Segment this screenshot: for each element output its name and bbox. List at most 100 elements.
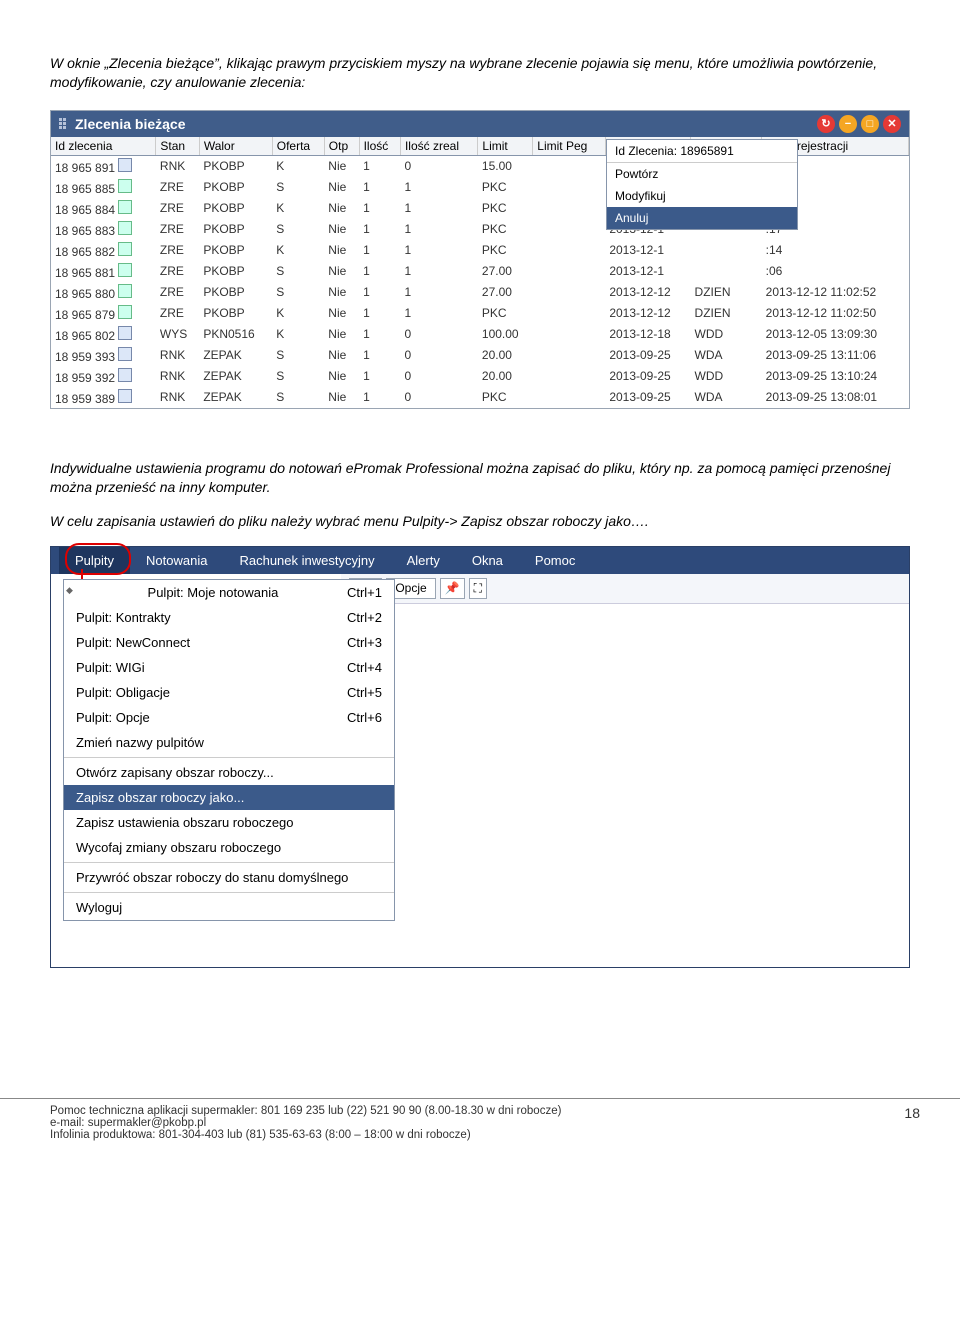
cell: PKN0516 bbox=[199, 324, 272, 345]
column-header[interactable]: Otp bbox=[324, 137, 359, 156]
menubar-item[interactable]: Pomoc bbox=[519, 547, 591, 574]
dropdown-item[interactable]: Pulpit: OpcjeCtrl+6 bbox=[64, 705, 394, 730]
column-header[interactable]: Limit bbox=[478, 137, 533, 156]
minimize-icon[interactable]: − bbox=[839, 115, 857, 133]
dropdown-item[interactable]: Zapisz obszar roboczy jako... bbox=[64, 785, 394, 810]
context-menu: Id Zlecenia: 18965891 PowtórzModyfikujAn… bbox=[606, 139, 798, 230]
table-row[interactable]: 18 965 880 ZREPKOBPSNie1127.002013-12-12… bbox=[51, 282, 909, 303]
status-icon bbox=[118, 221, 132, 235]
cell: ZRE bbox=[156, 219, 199, 240]
cell: 1 bbox=[359, 387, 400, 408]
page-number: 18 bbox=[904, 1105, 920, 1121]
cell: PKC bbox=[478, 198, 533, 219]
cell: Nie bbox=[324, 366, 359, 387]
cell: PKC bbox=[478, 387, 533, 408]
table-row[interactable]: 18 965 882 ZREPKOBPKNie11PKC2013-12-1:14 bbox=[51, 240, 909, 261]
status-icon bbox=[118, 389, 132, 403]
dropdown-item[interactable]: Zapisz ustawienia obszaru roboczego bbox=[64, 810, 394, 835]
menubar-item[interactable]: Notowania bbox=[130, 547, 223, 574]
cell: Nie bbox=[324, 387, 359, 408]
cell: 0 bbox=[400, 345, 477, 366]
context-menu-item[interactable]: Anuluj bbox=[607, 207, 797, 229]
cell: 2013-12-12 11:02:52 bbox=[762, 282, 909, 303]
cell: Nie bbox=[324, 219, 359, 240]
menubar-item[interactable]: Okna bbox=[456, 547, 519, 574]
context-menu-item[interactable]: Powtórz bbox=[607, 163, 797, 185]
dropdown-item[interactable]: Pulpit: WIGiCtrl+4 bbox=[64, 655, 394, 680]
cell: 1 bbox=[400, 198, 477, 219]
cell: RNK bbox=[156, 366, 199, 387]
status-icon bbox=[118, 263, 132, 277]
column-header[interactable]: Ilość bbox=[359, 137, 400, 156]
table-row[interactable]: 18 959 393 RNKZEPAKSNie1020.002013-09-25… bbox=[51, 345, 909, 366]
table-row[interactable]: 18 965 881 ZREPKOBPSNie1127.002013-12-1:… bbox=[51, 261, 909, 282]
cell: ZRE bbox=[156, 303, 199, 324]
cell: 2013-12-1 bbox=[605, 261, 690, 282]
cell: 0 bbox=[400, 387, 477, 408]
table-row[interactable]: 18 965 802 WYSPKN0516KNie10100.002013-12… bbox=[51, 324, 909, 345]
cell bbox=[533, 219, 606, 240]
refresh-icon[interactable]: ↻ bbox=[817, 115, 835, 133]
cell: 2013-09-25 bbox=[605, 345, 690, 366]
cell: Nie bbox=[324, 177, 359, 198]
cell: Nie bbox=[324, 240, 359, 261]
cell: :06 bbox=[762, 261, 909, 282]
cell: S bbox=[272, 282, 324, 303]
context-menu-item[interactable]: Modyfikuj bbox=[607, 185, 797, 207]
dropdown-item[interactable]: Pulpit: KontraktyCtrl+2 bbox=[64, 605, 394, 630]
cell: K bbox=[272, 303, 324, 324]
status-icon bbox=[118, 158, 132, 172]
toolbar-button[interactable]: ⛶ bbox=[469, 578, 487, 599]
dropdown-item[interactable]: Otwórz zapisany obszar roboczy... bbox=[64, 760, 394, 785]
menubar-item[interactable]: Rachunek inwestycyjny bbox=[223, 547, 390, 574]
cell: 2013-12-12 bbox=[605, 282, 690, 303]
menubar-item[interactable]: Alerty bbox=[391, 547, 456, 574]
cell: PKOBP bbox=[199, 303, 272, 324]
column-header[interactable]: Ilość zreal bbox=[400, 137, 477, 156]
column-header[interactable]: Stan bbox=[156, 137, 199, 156]
close-icon[interactable]: ✕ bbox=[883, 115, 901, 133]
cell: S bbox=[272, 366, 324, 387]
cell: Nie bbox=[324, 261, 359, 282]
dropdown-item[interactable]: Wycofaj zmiany obszaru roboczego bbox=[64, 835, 394, 860]
cell: ZRE bbox=[156, 198, 199, 219]
dropdown-item[interactable]: Zmień nazwy pulpitów bbox=[64, 730, 394, 755]
app-menu-screenshot: PulpityNotowaniaRachunek inwestycyjnyAle… bbox=[50, 546, 910, 968]
column-header[interactable]: Limit Peg bbox=[533, 137, 606, 156]
table-row[interactable]: 18 959 392 RNKZEPAKSNie1020.002013-09-25… bbox=[51, 366, 909, 387]
table-row[interactable]: 18 965 879 ZREPKOBPKNie11PKC2013-12-12DZ… bbox=[51, 303, 909, 324]
drag-handle-icon[interactable] bbox=[59, 118, 69, 130]
cell: 27.00 bbox=[478, 282, 533, 303]
column-header[interactable]: Oferta bbox=[272, 137, 324, 156]
cell: ZEPAK bbox=[199, 366, 272, 387]
cell: 2013-12-18 bbox=[605, 324, 690, 345]
table-row[interactable]: 18 959 389 RNKZEPAKSNie10PKC2013-09-25WD… bbox=[51, 387, 909, 408]
cell: 1 bbox=[359, 240, 400, 261]
orders-panel-titlebar[interactable]: Zlecenia bieżące ↻ − □ ✕ bbox=[51, 111, 909, 137]
cell: 2013-09-25 13:11:06 bbox=[762, 345, 909, 366]
cell: ZEPAK bbox=[199, 387, 272, 408]
dropdown-item[interactable]: Wyloguj bbox=[64, 895, 394, 920]
dropdown-item[interactable]: Przywróć obszar roboczy do stanu domyśln… bbox=[64, 865, 394, 890]
toolbar: cjeOpcje📌⛶ bbox=[341, 574, 909, 604]
column-header[interactable]: Walor bbox=[199, 137, 272, 156]
cell: S bbox=[272, 219, 324, 240]
dropdown-item[interactable]: Pulpit: NewConnectCtrl+3 bbox=[64, 630, 394, 655]
cell: 15.00 bbox=[478, 155, 533, 177]
maximize-icon[interactable]: □ bbox=[861, 115, 879, 133]
cell: K bbox=[272, 324, 324, 345]
cell: 1 bbox=[359, 261, 400, 282]
cell: Nie bbox=[324, 282, 359, 303]
cell: S bbox=[272, 387, 324, 408]
cell: 1 bbox=[400, 219, 477, 240]
column-header[interactable]: Id zlecenia bbox=[51, 137, 156, 156]
cell bbox=[533, 345, 606, 366]
cell bbox=[533, 240, 606, 261]
dropdown-item[interactable]: Pulpit: ObligacjeCtrl+5 bbox=[64, 680, 394, 705]
cell: ZRE bbox=[156, 177, 199, 198]
cell: 0 bbox=[400, 155, 477, 177]
cell: 2013-09-25 bbox=[605, 366, 690, 387]
dropdown-item[interactable]: Pulpit: Moje notowaniaCtrl+1 bbox=[64, 580, 394, 605]
cell bbox=[533, 303, 606, 324]
toolbar-button[interactable]: 📌 bbox=[440, 578, 465, 599]
